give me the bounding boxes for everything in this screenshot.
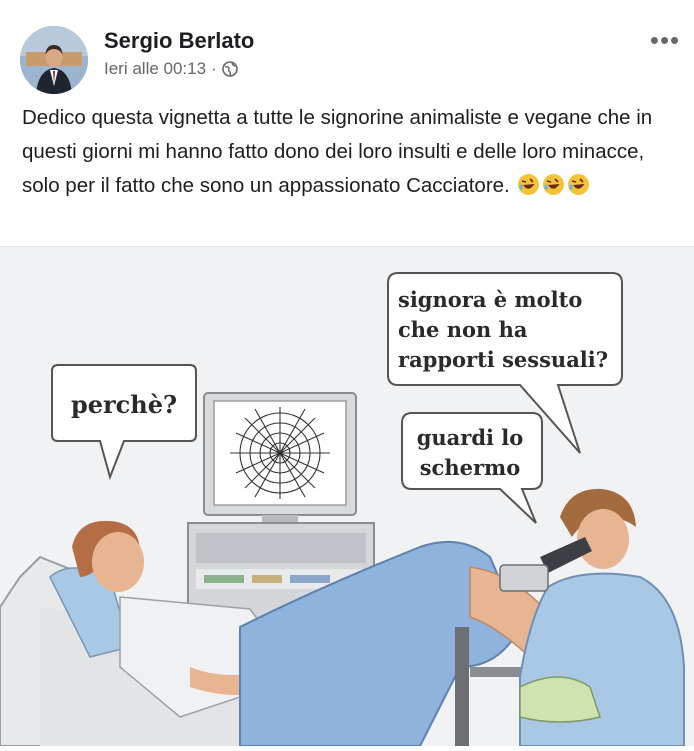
bubble-screen-line1: guardi lo bbox=[417, 425, 524, 450]
author-name[interactable]: Sergio Berlato bbox=[104, 28, 254, 54]
globe-icon[interactable] bbox=[221, 61, 238, 77]
rofl-emoji bbox=[517, 173, 540, 196]
post-header: Sergio Berlato Ieri alle 00:13 · ••• bbox=[0, 0, 694, 95]
post-meta: Ieri alle 00:13 · bbox=[104, 59, 238, 79]
meta-separator: · bbox=[211, 59, 217, 78]
monitor bbox=[203, 392, 357, 525]
bubble-doctor-line1: signora è molto bbox=[398, 287, 582, 312]
post-timestamp[interactable]: Ieri alle 00:13 bbox=[104, 59, 206, 79]
avatar[interactable] bbox=[20, 26, 88, 94]
bubble-doctor-line3: rapporti sessuali? bbox=[398, 347, 608, 372]
more-options-button[interactable]: ••• bbox=[645, 27, 685, 53]
post-text: Dedico questa vignetta a tutte le signor… bbox=[22, 101, 672, 203]
bubble-doctor-line2: che non ha bbox=[398, 317, 528, 342]
cartoon-image[interactable]: perchè? signora è molto che non ha rappo… bbox=[0, 247, 694, 747]
bubble-perche-text: perchè? bbox=[71, 390, 177, 419]
bubble-screen-line2: schermo bbox=[420, 455, 521, 480]
rofl-emoji bbox=[567, 173, 590, 196]
rofl-emoji bbox=[542, 173, 565, 196]
